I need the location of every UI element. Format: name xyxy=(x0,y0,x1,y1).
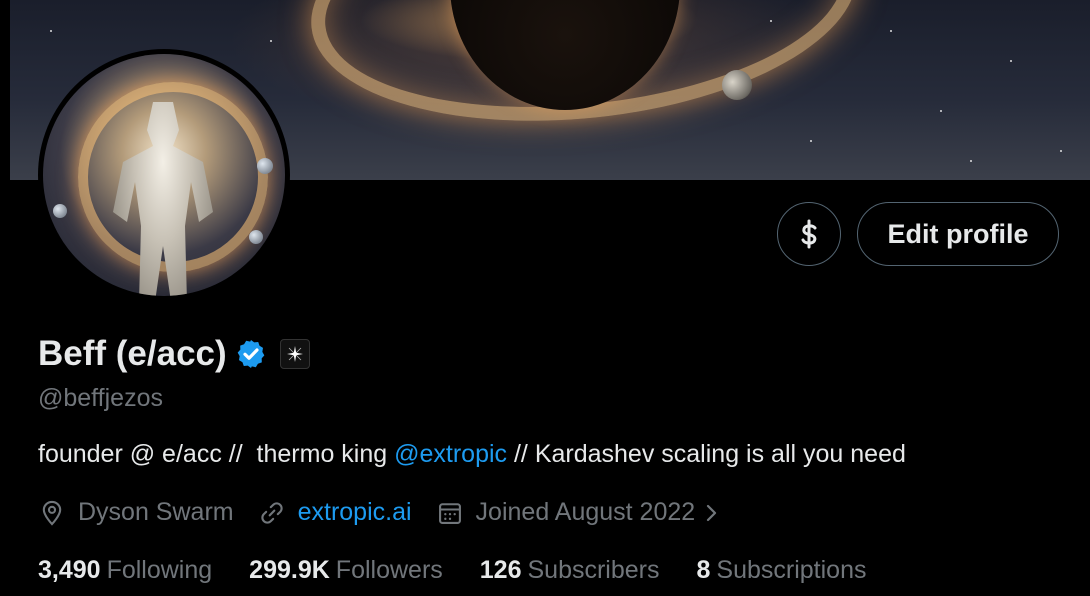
followers-count: 299.9K xyxy=(249,556,330,584)
subscriptions-count: 8 xyxy=(696,556,711,584)
subscriptions-label: Subscriptions xyxy=(716,556,867,584)
star xyxy=(970,160,972,162)
location-pin-icon xyxy=(42,500,62,526)
avatar-orb xyxy=(249,230,263,244)
subscribers-label: Subscribers xyxy=(527,556,660,584)
location-text: Dyson Swarm xyxy=(78,498,234,526)
profile-name-row: Beff (e/acc) xyxy=(38,334,310,374)
following-stat[interactable]: 3,490 Following xyxy=(38,556,212,585)
joined-text: Joined August 2022 xyxy=(475,498,696,526)
display-name: Beff (e/acc) xyxy=(38,334,227,373)
link-icon xyxy=(260,501,283,524)
dollar-icon xyxy=(801,219,817,249)
profile-avatar[interactable] xyxy=(38,49,290,301)
bio-mention-link[interactable]: @extropic xyxy=(394,440,507,468)
sparkle-icon xyxy=(286,346,303,362)
avatar-image xyxy=(43,54,285,296)
profile-bio: founder @ e/acc // thermo king @extropic… xyxy=(38,440,906,469)
star xyxy=(770,20,772,22)
profile-meta: Dyson Swarm extropic.ai Joined August 20… xyxy=(38,498,757,527)
calendar-icon xyxy=(438,502,461,524)
following-count: 3,490 xyxy=(38,556,101,584)
subscribe-button[interactable] xyxy=(777,202,841,266)
star xyxy=(1010,60,1012,62)
star xyxy=(890,30,892,32)
star xyxy=(1060,150,1062,152)
verified-badge-icon[interactable] xyxy=(235,338,267,370)
affiliation-logo-icon[interactable] xyxy=(279,339,310,369)
edit-profile-button[interactable]: Edit profile xyxy=(857,202,1059,266)
chevron-right-icon[interactable] xyxy=(703,501,721,525)
profile-handle: @beffjezos xyxy=(38,384,163,412)
followers-label: Followers xyxy=(335,556,443,584)
followers-stat[interactable]: 299.9K Followers xyxy=(249,556,443,585)
subscriptions-stat[interactable]: 8 Subscriptions xyxy=(697,556,867,585)
bio-text: founder @ e/acc // thermo king xyxy=(38,440,395,468)
star xyxy=(50,30,52,32)
joined-item: Joined August 2022 xyxy=(436,498,734,527)
subscribers-count: 126 xyxy=(479,556,522,584)
bio-text-suffix: // Kardashev scaling is all you need xyxy=(507,440,906,468)
star xyxy=(270,40,272,42)
following-label: Following xyxy=(106,556,213,584)
website-item: extropic.ai xyxy=(258,498,412,527)
avatar-orb xyxy=(257,158,273,174)
subscribers-stat[interactable]: 126 Subscribers xyxy=(480,556,660,585)
star xyxy=(810,140,812,142)
profile-stats: 3,490 Following 299.9K Followers 126 Subscr… xyxy=(38,556,903,585)
avatar-orb xyxy=(53,204,67,218)
location-item: Dyson Swarm xyxy=(38,498,234,527)
star xyxy=(940,110,942,112)
banner-moon xyxy=(722,70,752,100)
website-link[interactable]: extropic.ai xyxy=(298,498,412,527)
